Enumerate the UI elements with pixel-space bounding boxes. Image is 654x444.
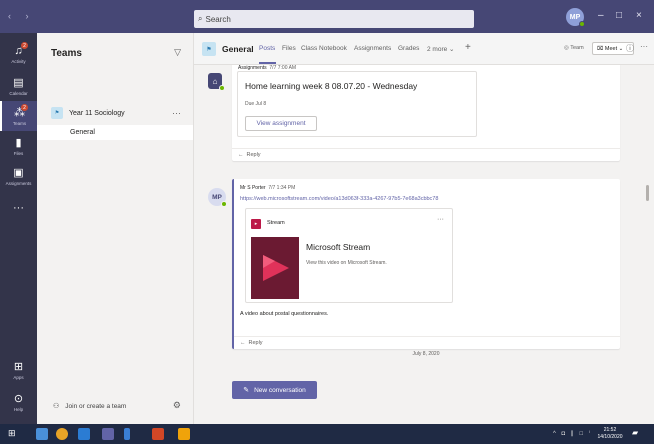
app-icon[interactable] [124,428,130,440]
presence-dot [579,21,585,27]
windows-start-icon[interactable]: ⊞ [8,428,20,440]
presence-dot [219,85,225,91]
stream-card[interactable]: ▸ Stream ··· Microsoft Stream View this … [245,208,453,303]
more-icon: ··· [13,202,24,214]
tab-assignments[interactable]: Assignments [354,45,391,52]
new-conversation-button[interactable]: ✎ New conversation [232,381,317,399]
nav-arrows[interactable]: ‹ › [8,11,35,21]
stream-label: Stream [267,220,285,226]
file-icon: ▮ [15,136,22,149]
reply-button[interactable]: ← Reply [232,148,620,161]
channel-avatar-icon: ⚑ [202,42,216,56]
stream-logo-icon: ▸ [251,219,261,229]
date-divider: July 8, 2020 [412,351,440,357]
stream-thumbnail[interactable] [251,237,299,299]
team-item[interactable]: ⚑ Year 11 Sociology ··· [37,105,193,121]
chrome-icon[interactable] [56,428,68,440]
compose-area: ✎ New conversation [194,371,654,424]
taskbar: ⊞ ^ ◘ ∥ □ ⁱ 21:52 14/10/2020 ▰ [0,424,654,444]
presence-dot [221,201,227,207]
assignment-card: Home learning week 8 08.07.20 - Wednesda… [237,71,477,137]
join-create-team[interactable]: ⚇ Join or create a team [53,402,126,411]
channel-name: General [70,129,95,136]
team-name: Year 11 Sociology [69,109,125,117]
tab-posts[interactable]: Posts [259,45,275,52]
app-activity[interactable]: ♫ 2 Activity [0,39,37,69]
channel-header: ⚑ General Posts Files Class Notebook Ass… [194,33,654,65]
app-teams[interactable]: ⁂ 2 Teams [0,101,37,131]
apps-icon: ⊞ [13,360,24,373]
search-icon: ⌕ [198,14,203,23]
gear-icon[interactable]: ⚙ [173,400,181,411]
teams-panel: Teams ▽ ⚑ Year 11 Sociology ··· General … [37,33,194,424]
app-more[interactable]: ··· [0,193,37,223]
calendar-icon: ▤ [13,76,24,89]
search-box[interactable]: ⌕ Search [194,10,474,28]
add-tab-button[interactable]: + [465,42,471,53]
powerpoint-icon[interactable] [152,428,164,440]
teams-badge: 2 [21,104,28,111]
title-bar: ‹ › ⌕ Search MP – □ × [0,0,654,33]
conversation-feed: ⌂ Assignments 7/7 7:00 AM Home learning … [194,65,654,371]
compose-icon: ✎ [243,387,250,394]
author-avatar[interactable]: MP [208,188,227,207]
teams-heading: Teams [51,48,82,59]
channel-title: General [222,44,254,54]
scrollbar[interactable] [646,185,649,201]
app-files[interactable]: ▮ Files [0,131,37,161]
post-assignment: Assignments 7/7 7:00 AM Home learning we… [232,65,620,161]
app-calendar[interactable]: ▤ Calendar [0,71,37,101]
stream-link[interactable]: https://web.microsoftstream.com/video/a1… [240,196,438,202]
outlook-icon[interactable] [78,428,90,440]
app-help[interactable]: ⊙ Help [0,387,37,417]
channel-item-general[interactable]: General [37,125,193,140]
app-apps[interactable]: ⊞ Apps [0,355,37,385]
help-icon: ⊙ [13,392,24,405]
minimize-button[interactable]: – [598,10,604,21]
folder-icon[interactable] [178,428,190,440]
taskview-icon[interactable] [36,428,48,440]
assignments-icon: ▣ [13,166,24,179]
team-more-icon[interactable]: ··· [172,108,181,118]
tab-class-notebook[interactable]: Class Notebook [301,45,347,52]
assignments-bot-avatar: ⌂ [208,73,225,91]
user-avatar[interactable]: MP [566,8,585,27]
info-icon[interactable]: ⓘ [626,43,634,54]
video-icon: ⌧ [597,45,604,52]
play-icon [263,255,289,281]
join-team-icon: ⚇ [53,403,60,410]
notification-icon[interactable]: ▰ [632,428,644,440]
card-more-icon[interactable]: ··· [437,216,444,223]
stream-description: View this video on Microsoft Stream. [306,260,387,266]
app-bar: ♫ 2 Activity ▤ Calendar ⁂ 2 Teams ▮ File… [0,33,37,424]
assignment-title: Home learning week 8 08.07.20 - Wednesda… [245,81,418,91]
tab-files[interactable]: Files [282,45,296,52]
maximize-button[interactable]: □ [616,10,622,21]
post-meta: Mr S Porter 7/7 1:34 PM [240,185,296,191]
app-assignments[interactable]: ▣ Assignments [0,161,37,191]
tab-grades[interactable]: Grades [398,45,419,52]
teams-taskbar-icon[interactable] [102,428,114,440]
more-options-icon[interactable]: ··· [640,42,648,51]
view-assignment-button[interactable]: View assignment [245,116,317,131]
post-text: A video about postal questionnaires. [240,311,329,317]
activity-badge: 2 [21,42,28,49]
tab-more[interactable]: 2 more ⌄ [427,45,455,53]
team-button[interactable]: ◎ Team [564,45,584,51]
system-tray[interactable]: ^ ◘ ∥ □ ⁱ [553,430,592,437]
filter-icon[interactable]: ▽ [174,47,181,58]
assignment-due: Due Jul 8 [245,101,267,107]
stream-title: Microsoft Stream [306,242,371,252]
post-stream: Mr S Porter 7/7 1:34 PM https://web.micr… [232,179,620,349]
assignments-icon: ⌂ [212,76,218,86]
active-tab-indicator [259,62,276,64]
close-button[interactable]: × [636,10,642,21]
search-placeholder: Search [205,14,231,24]
clock[interactable]: 21:52 14/10/2020 [597,427,623,441]
team-avatar-icon: ⚑ [51,107,63,119]
